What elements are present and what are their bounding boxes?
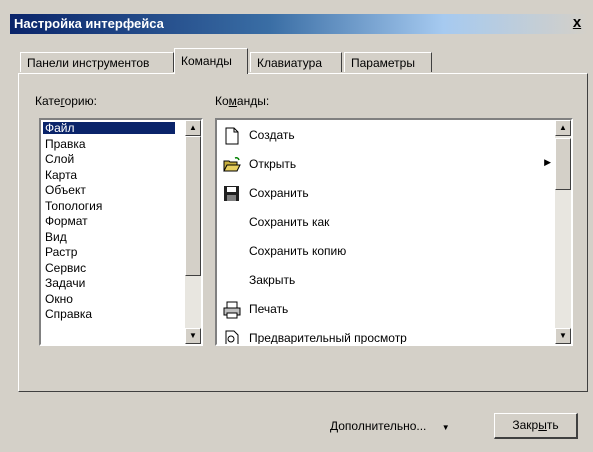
- command-label: Создать: [249, 128, 295, 142]
- open-folder-icon: [223, 156, 241, 174]
- categories-label: Категорию:: [35, 94, 97, 108]
- category-item[interactable]: Задачи: [43, 277, 87, 289]
- category-item[interactable]: Окно: [43, 293, 75, 305]
- submenu-arrow-icon: ▶: [544, 157, 551, 167]
- category-item[interactable]: Файл: [43, 122, 175, 134]
- command-label: Открыть: [249, 157, 297, 171]
- tab-keyboard[interactable]: Клавиатура: [250, 52, 342, 72]
- categories-listbox[interactable]: Файл Правка Слой Карта Объект Топология Формат…: [39, 118, 203, 346]
- category-item[interactable]: Растр: [43, 246, 79, 258]
- tab-options[interactable]: Параметры: [344, 52, 432, 72]
- command-item[interactable]: Сохранить как: [221, 210, 551, 236]
- scroll-up-icon[interactable]: ▲: [185, 120, 201, 136]
- command-item[interactable]: Предварительный просмотр: [221, 326, 551, 345]
- print-preview-icon: [223, 330, 241, 344]
- scroll-down-icon[interactable]: ▼: [185, 328, 201, 344]
- category-item[interactable]: Объект: [43, 184, 88, 196]
- command-item[interactable]: Создать: [221, 123, 551, 149]
- category-item[interactable]: Формат: [43, 215, 90, 227]
- tab-toolbars[interactable]: Панели инструментов: [20, 52, 174, 72]
- category-item[interactable]: Сервис: [43, 262, 88, 274]
- category-item[interactable]: Справка: [43, 308, 94, 320]
- tab-label: Параметры: [351, 56, 415, 70]
- commands-scrollbar[interactable]: ▲ ▼: [555, 120, 571, 344]
- tab-label: Команды: [181, 54, 232, 68]
- scroll-thumb[interactable]: [555, 138, 571, 190]
- command-item[interactable]: Печать: [221, 297, 551, 323]
- commands-listbox[interactable]: Создать Открыть ▶ Сохранить Сохранить как Сох…: [215, 118, 573, 346]
- category-item[interactable]: Правка: [43, 138, 88, 150]
- command-label: Сохранить: [249, 186, 309, 200]
- command-item[interactable]: Открыть ▶: [221, 152, 551, 178]
- tab-label: Клавиатура: [257, 56, 322, 70]
- close-icon[interactable]: x: [568, 14, 586, 32]
- command-label: Сохранить копию: [249, 244, 347, 258]
- tab-commands[interactable]: Команды: [174, 48, 248, 74]
- window-title: Настройка интерфейса: [14, 16, 164, 31]
- tab-panel-commands: Категорию: Файл Правка Слой Карта Объект Топо…: [18, 73, 588, 392]
- command-label: Печать: [249, 302, 289, 316]
- category-item[interactable]: Вид: [43, 231, 69, 243]
- scroll-down-icon[interactable]: ▼: [555, 328, 571, 344]
- command-item[interactable]: Сохранить: [221, 181, 551, 207]
- scroll-thumb[interactable]: [185, 136, 201, 276]
- customize-dialog: Настройка интерфейса x Панели инструмент…: [0, 0, 593, 452]
- categories-scrollbar[interactable]: ▲ ▼: [185, 120, 201, 344]
- more-label: Дополнительно...: [330, 419, 427, 433]
- commands-label: Команды:: [215, 94, 270, 108]
- command-item[interactable]: Закрыть: [221, 268, 551, 294]
- category-item[interactable]: Слой: [43, 153, 76, 165]
- save-disk-icon: [223, 185, 241, 203]
- dropdown-arrow-icon: ▼: [441, 423, 450, 432]
- category-item[interactable]: Карта: [43, 169, 79, 181]
- command-label: Предварительный просмотр: [249, 331, 407, 345]
- printer-icon: [223, 301, 241, 319]
- command-item[interactable]: Сохранить копию: [221, 239, 551, 265]
- command-label: Закрыть: [249, 273, 296, 287]
- new-document-icon: [223, 127, 241, 145]
- category-item[interactable]: Топология: [43, 200, 104, 212]
- scroll-up-icon[interactable]: ▲: [555, 120, 571, 136]
- close-button[interactable]: Закрыть: [494, 413, 578, 439]
- title-bar[interactable]: Настройка интерфейса x: [10, 14, 588, 34]
- command-label: Сохранить как: [249, 215, 330, 229]
- more-button[interactable]: Дополнительно... ▼: [330, 419, 450, 433]
- tab-label: Панели инструментов: [27, 56, 150, 70]
